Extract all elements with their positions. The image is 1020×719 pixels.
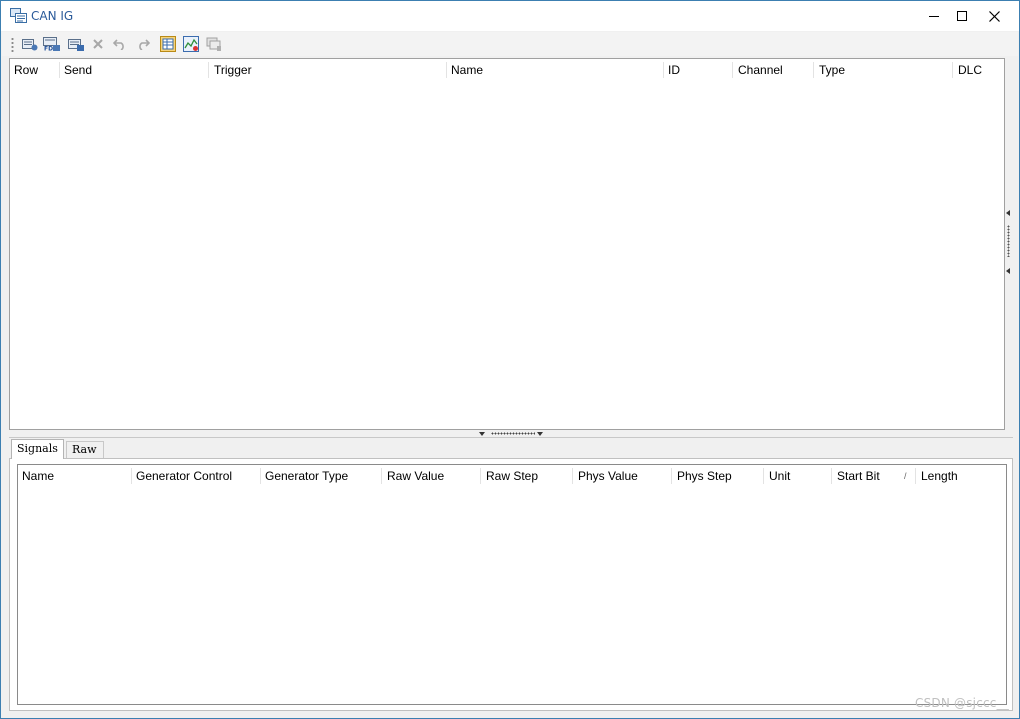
close-icon	[988, 10, 1000, 22]
column-header-send[interactable]: Send	[60, 59, 92, 81]
tab-raw-data[interactable]: Raw Data	[66, 441, 105, 472]
column-header-trigger[interactable]: Trigger	[210, 59, 252, 81]
column-header-unit[interactable]: Unit	[765, 465, 790, 487]
add-canfd-frame-button[interactable]: FD	[42, 35, 61, 53]
horizontal-splitter[interactable]	[9, 430, 1013, 438]
maximize-icon	[957, 11, 967, 21]
column-header-start-bit[interactable]: Start Bit	[833, 465, 880, 487]
send-all-icon	[206, 37, 221, 51]
undo-button[interactable]	[110, 35, 129, 53]
collapse-arrow-icon[interactable]	[1006, 268, 1010, 274]
add-can-frame-icon	[21, 39, 37, 51]
column-separator[interactable]	[831, 468, 832, 484]
can-ig-app-icon[interactable]	[10, 8, 27, 23]
column-header-type[interactable]: Type	[815, 59, 845, 81]
maximize-button[interactable]	[946, 1, 978, 31]
redo-button[interactable]	[133, 35, 152, 53]
column-separator[interactable]	[732, 62, 733, 78]
watermark-text: CSDN @sjccc__	[915, 696, 1010, 710]
signals-panel: Name Generator Control Generator Type Ra…	[9, 458, 1013, 711]
column-separator[interactable]	[208, 62, 209, 78]
add-can-frame-button[interactable]	[20, 35, 39, 53]
collapse-arrow-icon[interactable]	[1006, 210, 1010, 216]
column-header-name[interactable]: Name	[18, 465, 54, 487]
column-separator[interactable]	[813, 62, 814, 78]
column-header-id[interactable]: ID	[664, 59, 680, 81]
column-separator[interactable]	[915, 468, 916, 484]
toolbar-grip[interactable]	[11, 37, 14, 52]
signal-grid[interactable]: Name Generator Control Generator Type Ra…	[17, 464, 1007, 705]
column-header-generator-control[interactable]: Generator Control	[132, 465, 232, 487]
column-separator[interactable]	[952, 62, 953, 78]
signal-graph-icon	[182, 36, 199, 52]
collapse-down-arrow-icon[interactable]	[479, 432, 485, 436]
delete-icon	[92, 39, 103, 49]
window-title: CAN IG	[31, 9, 74, 23]
signal-graph-button[interactable]	[181, 35, 200, 53]
sort-indicator-icon: /	[904, 471, 907, 481]
config-table-button[interactable]	[158, 35, 177, 53]
column-header-raw-value[interactable]: Raw Value	[383, 465, 444, 487]
column-header-raw-step[interactable]: Raw Step	[482, 465, 538, 487]
right-panel-splitter[interactable]	[1005, 58, 1013, 430]
delete-button[interactable]	[88, 35, 107, 53]
add-message-button[interactable]	[66, 35, 85, 53]
close-button[interactable]	[978, 1, 1010, 31]
toolbar: FD	[2, 32, 1018, 56]
splitter-grip[interactable]	[1007, 225, 1010, 257]
collapse-down-arrow-icon[interactable]	[537, 432, 543, 436]
can-ig-window: CAN IG FD Row Send Trigger Name ID Chann…	[0, 0, 1020, 719]
splitter-grip[interactable]	[491, 432, 535, 435]
column-header-name[interactable]: Name	[447, 59, 483, 81]
undo-icon	[112, 39, 124, 50]
column-header-dlc[interactable]: DLC	[954, 59, 982, 81]
column-header-phys-step[interactable]: Phys Step	[673, 465, 732, 487]
column-header-row[interactable]: Row	[10, 59, 38, 81]
title-bar[interactable]: CAN IG	[1, 1, 1019, 31]
send-all-button[interactable]	[204, 35, 223, 53]
column-header-generator-type[interactable]: Generator Type	[261, 465, 348, 487]
config-table-icon	[159, 36, 176, 52]
message-grid[interactable]: Row Send Trigger Name ID Channel Type DL…	[9, 58, 1005, 430]
message-grid-header: Row Send Trigger Name ID Channel Type DL…	[10, 59, 1004, 81]
column-separator[interactable]	[381, 468, 382, 484]
minimize-icon	[929, 16, 939, 17]
column-header-phys-value[interactable]: Phys Value	[574, 465, 638, 487]
redo-icon	[138, 39, 150, 50]
column-separator[interactable]	[480, 468, 481, 484]
add-canfd-frame-icon: FD	[42, 37, 60, 52]
column-header-length[interactable]: Length	[917, 465, 958, 487]
column-header-channel[interactable]: Channel	[734, 59, 783, 81]
tab-signals[interactable]: Signals	[11, 439, 64, 459]
signal-grid-header: Name Generator Control Generator Type Ra…	[18, 465, 1006, 487]
column-separator[interactable]	[671, 468, 672, 484]
column-separator[interactable]	[572, 468, 573, 484]
column-separator[interactable]	[763, 468, 764, 484]
svg-text:FD: FD	[44, 46, 53, 52]
add-message-icon	[67, 39, 84, 51]
